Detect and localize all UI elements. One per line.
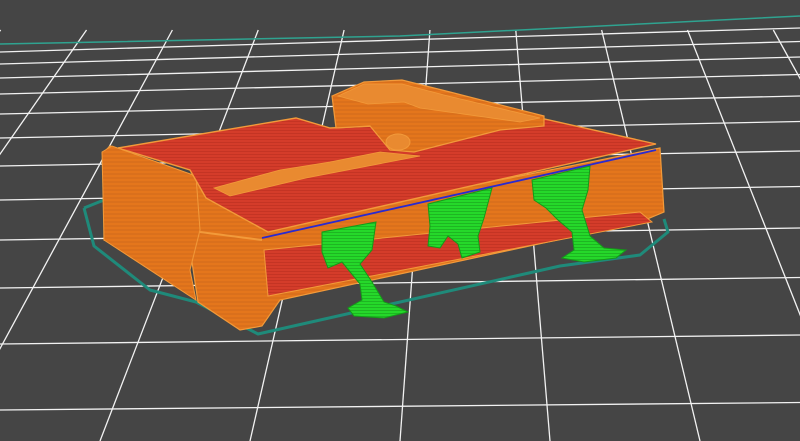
preview-canvas[interactable] [0, 0, 800, 441]
part-boss [385, 133, 411, 151]
3d-preview-viewport[interactable] [0, 0, 800, 441]
